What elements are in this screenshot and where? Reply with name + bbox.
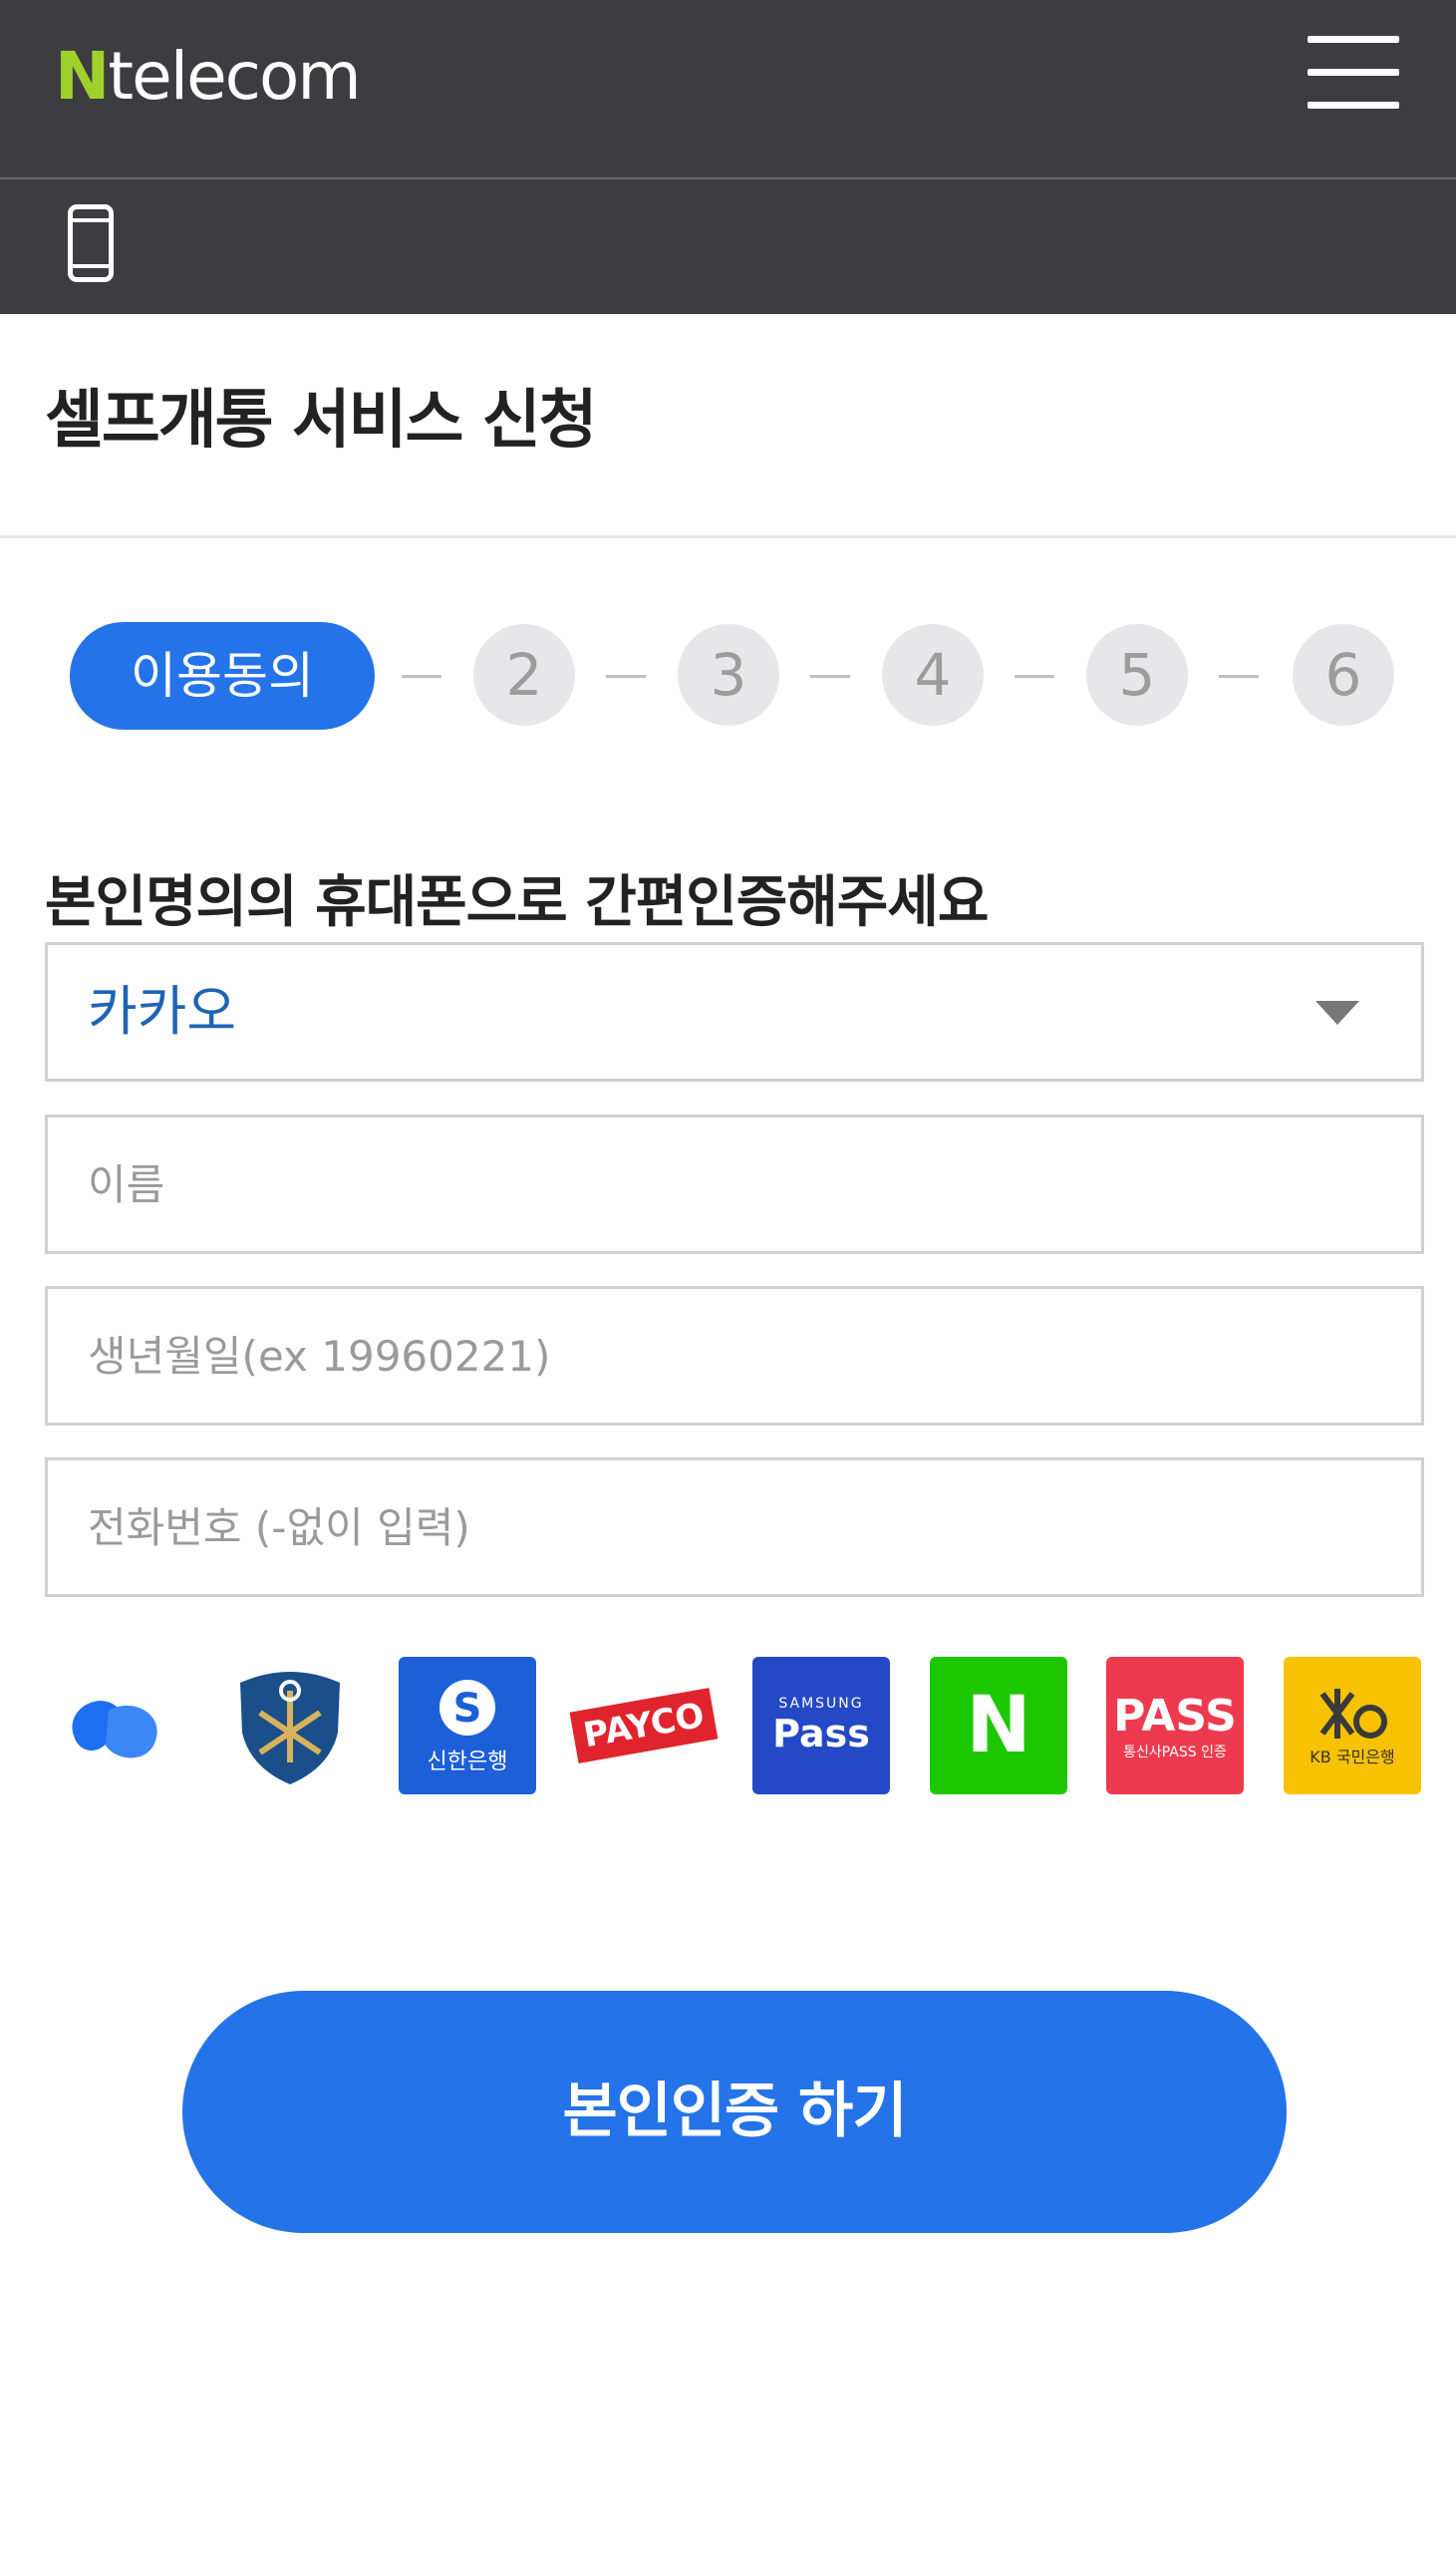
step-3: 3 (678, 624, 779, 726)
svg-text:S: S (453, 1686, 482, 1732)
payco-icon[interactable]: PAYCO (569, 1657, 719, 1794)
birthdate-input[interactable] (48, 1289, 1421, 1423)
page-title: 셀프개통 서비스 신청 (45, 384, 597, 458)
payco-label: PAYCO (569, 1688, 719, 1763)
samsung-label: SAMSUNG (778, 1696, 864, 1712)
sub-header-bar (0, 177, 1456, 314)
title-divider (0, 535, 1456, 538)
step-6: 6 (1293, 624, 1394, 726)
shinhan-bank-icon[interactable]: S 신한은행 (399, 1657, 536, 1794)
step-connector (606, 675, 646, 678)
ntelecom-logo[interactable]: Ntelecom (55, 38, 362, 116)
naver-icon[interactable]: N (930, 1657, 1067, 1794)
step-4: 4 (882, 624, 984, 726)
kb-bank-icon[interactable]: KB 국민은행 (1284, 1657, 1421, 1794)
step-2: 2 (473, 624, 575, 726)
hamburger-menu-icon[interactable] (1302, 28, 1405, 118)
samsung-pass-icon[interactable]: SAMSUNG Pass (752, 1657, 890, 1794)
chevron-down-icon (1315, 1001, 1359, 1025)
birthdate-field-box (45, 1286, 1424, 1426)
phone-number-input[interactable] (48, 1460, 1421, 1594)
shield-logo-icon[interactable] (221, 1657, 359, 1794)
pass-label: Pass (772, 1712, 870, 1755)
auth-method-selected-value: 카카오 (88, 980, 237, 1043)
pass-icon[interactable]: PASS 통신사PASS 인증 (1106, 1657, 1244, 1794)
shinhan-label: 신한은행 (427, 1750, 508, 1774)
verify-identity-button[interactable]: 본인인증 하기 (182, 1991, 1287, 2233)
auth-heading: 본인명의의 휴대폰으로 간편인증해주세요 (45, 870, 989, 935)
step-connector (810, 675, 850, 678)
name-input[interactable] (48, 1117, 1421, 1251)
step-connector (1219, 675, 1259, 678)
step-1-active: 이용동의 (70, 622, 375, 730)
naver-letter: N (966, 1681, 1031, 1770)
step-connector (402, 675, 441, 678)
name-field-box (45, 1115, 1424, 1254)
kb-label: KB 국민은행 (1310, 1748, 1395, 1766)
progress-stepper: 이용동의 2 3 4 5 6 (0, 618, 1456, 738)
auth-provider-list: S 신한은행 PAYCO SAMSUNG Pass N PASS 통신사PASS… (0, 1657, 1456, 1796)
pass-sub-label: 통신사PASS 인증 (1123, 1744, 1227, 1760)
toss-icon[interactable] (45, 1657, 182, 1794)
step-5: 5 (1086, 624, 1188, 726)
auth-method-select[interactable]: 카카오 (45, 942, 1424, 1082)
logo-text: telecom (108, 38, 361, 115)
step-connector (1015, 675, 1054, 678)
pass-big-label: PASS (1113, 1690, 1237, 1742)
logo-letter-n: N (55, 38, 110, 115)
phone-field-box (45, 1457, 1424, 1597)
top-header-bar: Ntelecom (0, 0, 1456, 177)
mobile-phone-icon[interactable] (68, 204, 114, 282)
